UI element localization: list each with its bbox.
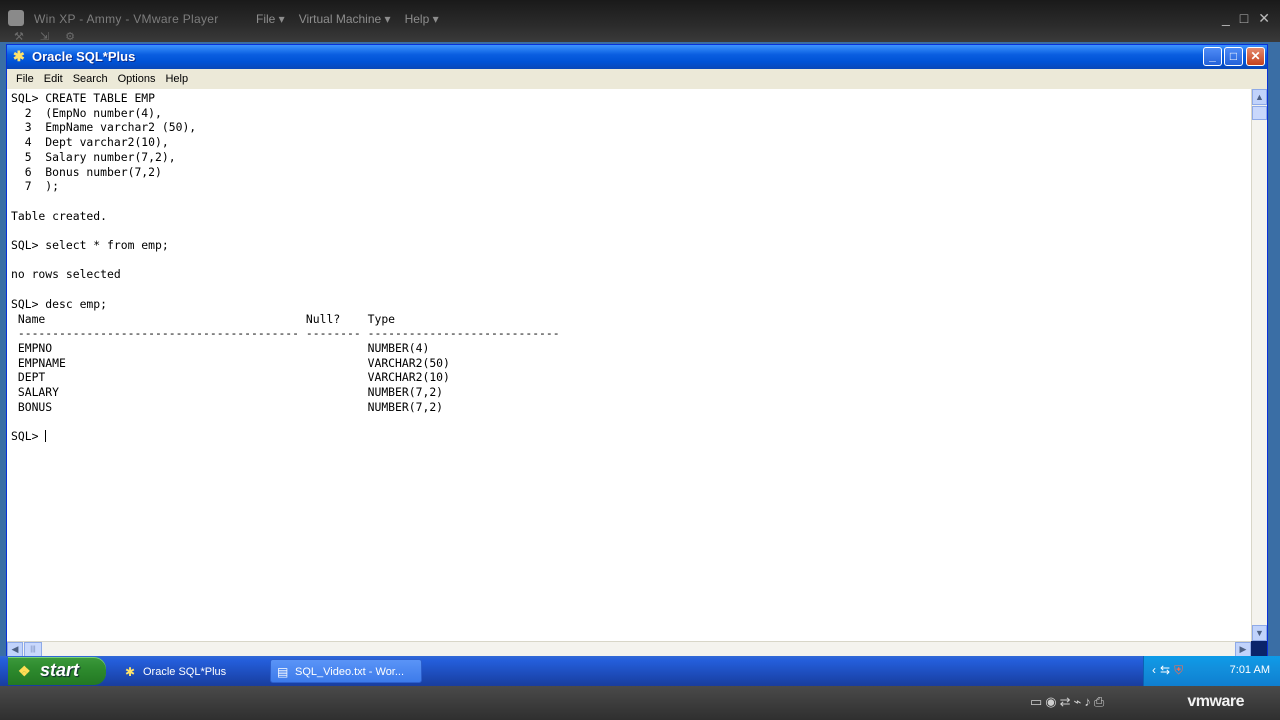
console-line: 2 (EmpNo number(4), — [24, 105, 162, 120]
menu-file[interactable]: File — [11, 73, 39, 85]
menu-bar: File Edit Search Options Help — [7, 69, 1267, 89]
taskbar-item-label: SQL_Video.txt - Wor... — [295, 666, 405, 678]
vmware-maximize-button[interactable]: □ — [1240, 10, 1248, 27]
console-line: EMPNO NUMBER(4) — [17, 340, 430, 355]
console-line: Table created. — [11, 208, 108, 223]
vmware-statusbar: ▭ ◉ ⇄ ⌁ ♪ ⎙ vmware — [0, 686, 1280, 720]
cdrom-icon[interactable]: ◉ — [1045, 694, 1056, 710]
vertical-scrollbar[interactable]: ▲ ▼ — [1251, 89, 1267, 641]
menu-edit[interactable]: Edit — [39, 73, 68, 85]
windows-flag-icon: ❖ — [18, 663, 31, 679]
scroll-down-icon[interactable]: ▼ — [1252, 625, 1267, 641]
console-lines: SQL> CREATE TABLE EMP 2 (EmpNo number(4)… — [11, 91, 560, 414]
console-line: SQL> desc emp; — [11, 296, 108, 311]
vmware-app-icon — [8, 10, 24, 26]
console-line: SQL> CREATE TABLE EMP — [11, 91, 156, 105]
vmware-window-controls: _ □ ✕ — [1222, 10, 1270, 27]
console-line: 6 Bonus number(7,2) — [24, 164, 162, 179]
vmware-minimize-button[interactable]: _ — [1222, 10, 1230, 27]
vmware-titlebar: Win XP - Ammy - VMware Player File ▾ Vir… — [0, 0, 1280, 43]
taskbar: ❖ start ✱ Oracle SQL*Plus ▤ SQL_Video.tx… — [0, 656, 1280, 686]
horizontal-scrollbar[interactable]: ◀ ||| ▶ — [7, 641, 1251, 657]
menu-help[interactable]: Help — [160, 73, 193, 85]
console-text: SQL> CREATE TABLE EMP 2 (EmpNo number(4)… — [7, 89, 1251, 444]
vmware-menu-file[interactable]: File ▾ — [256, 12, 285, 26]
usb-icon[interactable]: ⌁ — [1074, 694, 1082, 710]
console-output[interactable]: SQL> CREATE TABLE EMP 2 (EmpNo number(4)… — [7, 89, 1251, 641]
console-line: 7 ); — [24, 179, 60, 194]
console-line: 4 Dept varchar2(10), — [24, 135, 169, 150]
scroll-up-icon[interactable]: ▲ — [1252, 89, 1267, 105]
guest-desktop: ✱ Oracle SQL*Plus _ □ ✕ File Edit Search… — [0, 42, 1280, 686]
sqlplus-icon: ✱ — [125, 665, 136, 679]
vmware-menu-virtual-machine[interactable]: Virtual Machine ▾ — [299, 12, 391, 26]
network-icon[interactable]: ⇆ — [1160, 663, 1170, 678]
system-tray: ‹ ⇆ ⛨ 7:01 AM — [1143, 656, 1280, 686]
console-line: DEPT VARCHAR2(10) — [17, 370, 450, 385]
scroll-left-icon[interactable]: ◀ — [7, 642, 23, 657]
taskbar-item-label: Oracle SQL*Plus — [143, 666, 227, 678]
hdd-icon[interactable]: ▭ — [1030, 694, 1042, 710]
console-line: no rows selected — [11, 267, 121, 282]
console-line: EMPNAME VARCHAR2(50) — [17, 355, 450, 370]
sqlplus-window: ✱ Oracle SQL*Plus _ □ ✕ File Edit Search… — [6, 44, 1268, 664]
vertical-scroll-thumb[interactable] — [1252, 106, 1267, 120]
vmware-close-button[interactable]: ✕ — [1258, 10, 1270, 27]
clock[interactable]: 7:01 AM — [1230, 664, 1270, 676]
vmware-menu-help[interactable]: Help ▾ — [405, 12, 439, 26]
tray-expand-icon[interactable]: ‹ — [1152, 663, 1156, 678]
printer-icon[interactable]: ⎙ — [1094, 694, 1104, 710]
menu-options[interactable]: Options — [113, 73, 161, 85]
close-button[interactable]: ✕ — [1246, 47, 1265, 66]
wordpad-icon: ▤ — [277, 665, 289, 679]
console-line: 5 Salary number(7,2), — [24, 149, 176, 164]
console-line: SALARY NUMBER(7,2) — [17, 385, 444, 400]
sqlplus-icon: ✱ — [13, 48, 25, 64]
console-line: Name Null? Type — [17, 311, 396, 326]
console-line: SQL> select * from emp; — [11, 238, 169, 253]
network-adapter-icon[interactable]: ⇄ — [1060, 694, 1071, 710]
window-titlebar[interactable]: ✱ Oracle SQL*Plus _ □ ✕ — [7, 45, 1267, 69]
minimize-button[interactable]: _ — [1203, 47, 1222, 66]
sql-prompt: SQL> — [11, 429, 46, 444]
console-line: BONUS NUMBER(7,2) — [17, 399, 444, 414]
text-cursor — [45, 430, 47, 443]
start-button[interactable]: ❖ start — [8, 657, 106, 685]
tray-icons: ‹ ⇆ ⛨ — [1152, 663, 1183, 678]
maximize-button[interactable]: □ — [1224, 47, 1243, 66]
security-alert-icon[interactable]: ⛨ — [1174, 663, 1183, 678]
vmware-menubar: File ▾ Virtual Machine ▾ Help ▾ — [256, 12, 439, 26]
vmware-title: Win XP - Ammy - VMware Player — [34, 12, 219, 26]
start-label: start — [40, 660, 80, 680]
horizontal-scroll-thumb[interactable]: ||| — [24, 642, 42, 657]
sound-icon[interactable]: ♪ — [1084, 694, 1091, 710]
console-line: 3 EmpName varchar2 (50), — [24, 120, 197, 135]
menu-search[interactable]: Search — [68, 73, 113, 85]
taskbar-item-wordpad[interactable]: ▤ SQL_Video.txt - Wor... — [270, 659, 422, 683]
scroll-right-icon[interactable]: ▶ — [1235, 642, 1251, 657]
vmware-logo: vmware — [1187, 693, 1244, 710]
vmware-device-icons: ▭ ◉ ⇄ ⌁ ♪ ⎙ — [1030, 694, 1104, 710]
console-line: ----------------------------------------… — [17, 326, 560, 341]
taskbar-item-sqlplus[interactable]: ✱ Oracle SQL*Plus — [118, 659, 270, 683]
window-title: Oracle SQL*Plus — [32, 49, 136, 64]
